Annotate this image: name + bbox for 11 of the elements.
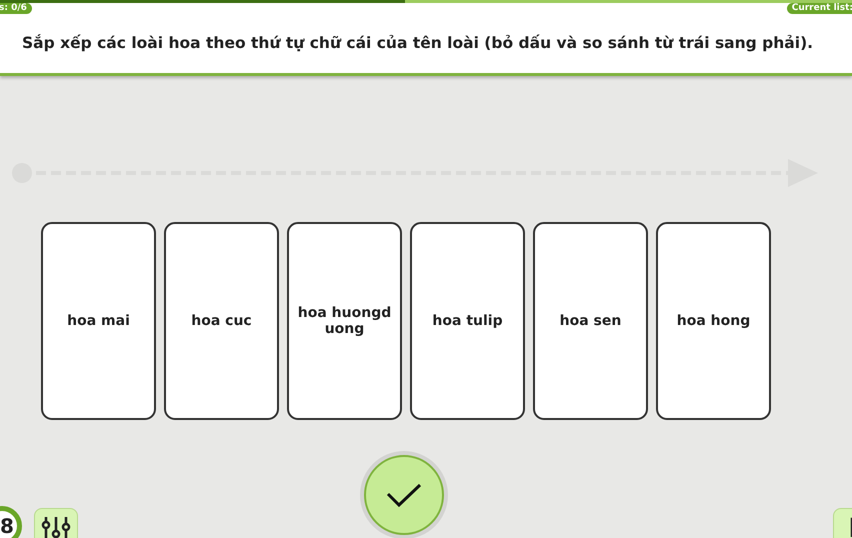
flower-card[interactable]: hoa cuc: [164, 222, 279, 420]
level-number: 8: [0, 506, 22, 538]
flower-card[interactable]: hoa hong: [656, 222, 771, 420]
flower-card[interactable]: hoa sen: [533, 222, 648, 420]
flower-card[interactable]: hoa huongduong: [287, 222, 402, 420]
flower-card[interactable]: hoa tulip: [410, 222, 525, 420]
check-icon: [386, 482, 422, 508]
flower-card[interactable]: hoa mai: [41, 222, 156, 420]
list-badge: Current list:: [786, 3, 852, 14]
instruction-text: Sắp xếp các loài hoa theo thứ tự chữ cái của tên loài (bỏ dấu và so sánh từ trái sang phải).: [22, 34, 814, 52]
sliders-icon: [41, 517, 71, 538]
